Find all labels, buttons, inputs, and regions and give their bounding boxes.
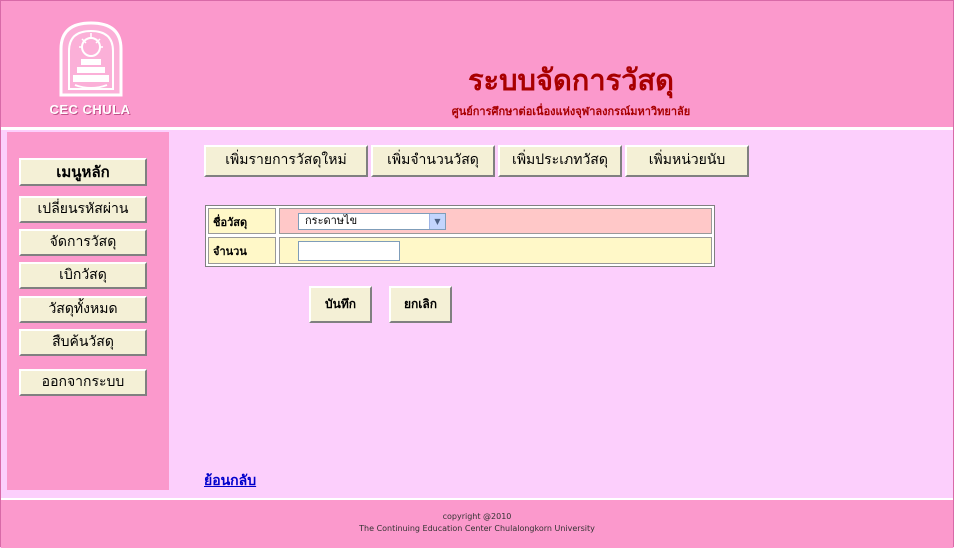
- sidebar: เมนูหลัก เปลี่ยนรหัสผ่าน จัดการวัสดุ เบิ…: [7, 132, 169, 490]
- copyright-text: copyright @2010: [442, 512, 512, 521]
- sidebar-item-logout[interactable]: ออกจากระบบ: [19, 369, 147, 396]
- item-name-select[interactable]: กระดาษไข ▼: [298, 213, 446, 230]
- logo-text: CEC CHULA: [49, 102, 131, 117]
- sidebar-item-manage-materials[interactable]: จัดการวัสดุ: [19, 229, 147, 256]
- material-form: ชื่อวัสดุ กระดาษไข ▼ จำนวน: [205, 205, 715, 267]
- quantity-row: จำนวน: [208, 237, 712, 264]
- sidebar-heading: เมนูหลัก: [19, 158, 147, 186]
- header: CEC CHULA ระบบจัดการวัสดุ ศูนย์การศึกษาต…: [1, 1, 953, 130]
- add-category-button[interactable]: เพิ่มประเภทวัสดุ: [498, 145, 622, 177]
- sidebar-item-all-materials[interactable]: วัสดุทั้งหมด: [19, 296, 147, 323]
- add-new-item-button[interactable]: เพิ่มรายการวัสดุใหม่: [204, 145, 368, 177]
- back-link[interactable]: ย้อนกลับ: [204, 470, 256, 492]
- sidebar-item-search-materials[interactable]: สืบค้นวัสดุ: [19, 329, 147, 356]
- university-seal-logo: [59, 21, 123, 97]
- sidebar-item-change-password[interactable]: เปลี่ยนรหัสผ่าน: [19, 196, 147, 223]
- page-title: ระบบจัดการวัสดุ: [467, 63, 675, 97]
- organization-text: The Continuing Education Center Chulalon…: [359, 524, 595, 533]
- add-unit-button[interactable]: เพิ่มหน่วยนับ: [625, 145, 749, 177]
- quantity-label: จำนวน: [208, 237, 276, 264]
- add-quantity-button[interactable]: เพิ่มจำนวนวัสดุ: [371, 145, 495, 177]
- sidebar-item-withdraw-materials[interactable]: เบิกวัสดุ: [19, 262, 147, 289]
- item-row: ชื่อวัสดุ กระดาษไข ▼: [208, 208, 712, 234]
- chevron-down-icon[interactable]: ▼: [429, 214, 445, 229]
- cancel-button[interactable]: ยกเลิก: [389, 286, 452, 323]
- page-frame: CEC CHULA ระบบจัดการวัสดุ ศูนย์การศึกษาต…: [0, 0, 954, 548]
- quantity-input[interactable]: [298, 241, 400, 261]
- item-name-label: ชื่อวัสดุ: [208, 208, 276, 234]
- item-name-selected-value: กระดาษไข: [305, 214, 358, 227]
- footer: copyright @2010 The Continuing Education…: [1, 498, 953, 548]
- save-button[interactable]: บันทึก: [309, 286, 372, 323]
- item-name-cell: กระดาษไข ▼: [279, 208, 712, 234]
- quantity-cell: [279, 237, 712, 264]
- page-subtitle: ศูนย์การศึกษาต่อเนื่องแห่งจุฬาลงกรณ์มหาว…: [451, 105, 691, 118]
